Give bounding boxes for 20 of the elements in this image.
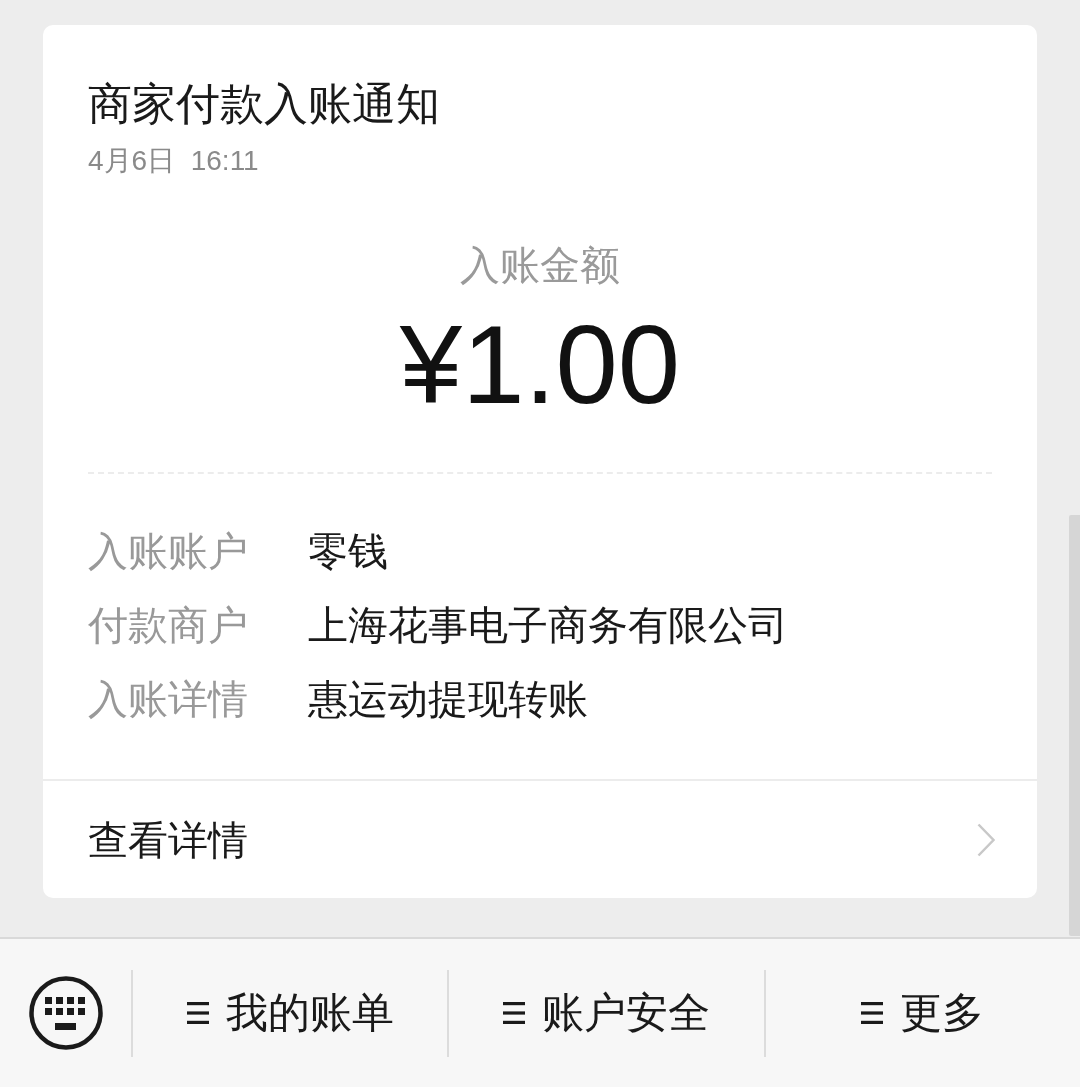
amount-label: 入账金额	[460, 242, 620, 289]
menu-icon	[186, 1002, 209, 1024]
menu-button[interactable]: 更多	[765, 939, 1080, 1087]
message-title: 商家付款入账通知	[88, 78, 441, 130]
menu-icon	[861, 1002, 884, 1024]
menu-icon	[503, 1002, 525, 1024]
detail-value: 零钱	[308, 528, 388, 575]
view-details-link[interactable]: 查看详情	[43, 779, 1037, 898]
menu-button[interactable]: 我的账单	[133, 939, 448, 1087]
view-details-label: 查看详情	[88, 816, 248, 864]
detail-label: 付款商户	[88, 602, 249, 649]
detail-label: 入账详情	[88, 676, 249, 723]
detail-label: 入账账户	[88, 528, 249, 575]
chevron-right-icon	[977, 822, 995, 857]
amount-value: ¥1.00	[399, 305, 681, 425]
detail-value: 上海花事电子商务有限公司	[308, 602, 788, 649]
keyboard-icon	[28, 976, 103, 1050]
menu-button[interactable]: 账户安全	[449, 939, 764, 1087]
detail-value: 惠运动提现转账	[308, 676, 588, 723]
message-time: 4月6日 16:11	[88, 144, 260, 178]
